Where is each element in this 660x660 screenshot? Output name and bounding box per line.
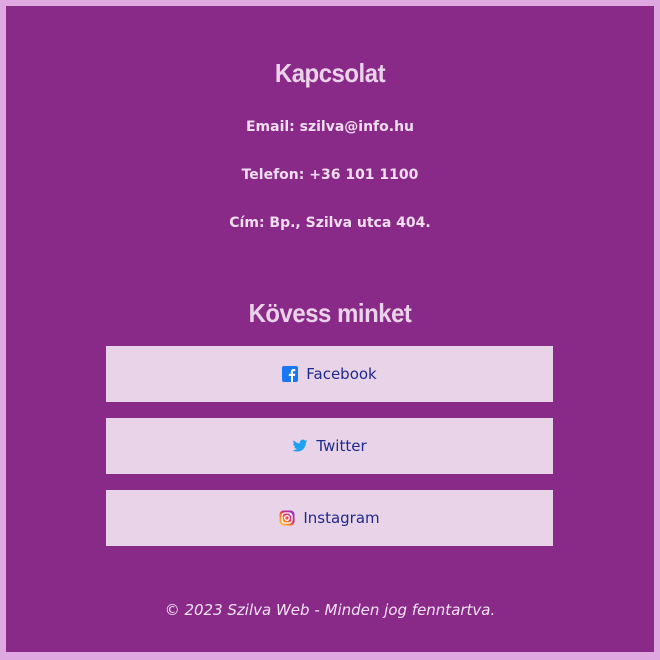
twitter-label: Twitter (316, 437, 367, 455)
instagram-icon (279, 510, 295, 526)
facebook-icon (282, 366, 299, 382)
twitter-icon (292, 438, 308, 454)
follow-heading: Kövess minket (248, 298, 412, 328)
instagram-label: Instagram (303, 509, 380, 527)
contact-email: Email: szilva@info.hu (245, 119, 415, 135)
contact-heading: Kapcsolat (274, 58, 386, 88)
facebook-button[interactable]: Facebook (106, 346, 553, 402)
contact-address: Cím: Bp., Szilva utca 404. (229, 215, 431, 231)
page-frame: Kapcsolat Email: szilva@info.hu Telefon:… (6, 6, 654, 652)
footer-copyright: © 2023 Szilva Web - Minden jog fenntartv… (164, 601, 496, 619)
contact-phone: Telefon: +36 101 1100 (241, 167, 419, 183)
twitter-button[interactable]: Twitter (106, 418, 553, 474)
instagram-button[interactable]: Instagram (106, 490, 553, 546)
facebook-label: Facebook (306, 365, 377, 383)
